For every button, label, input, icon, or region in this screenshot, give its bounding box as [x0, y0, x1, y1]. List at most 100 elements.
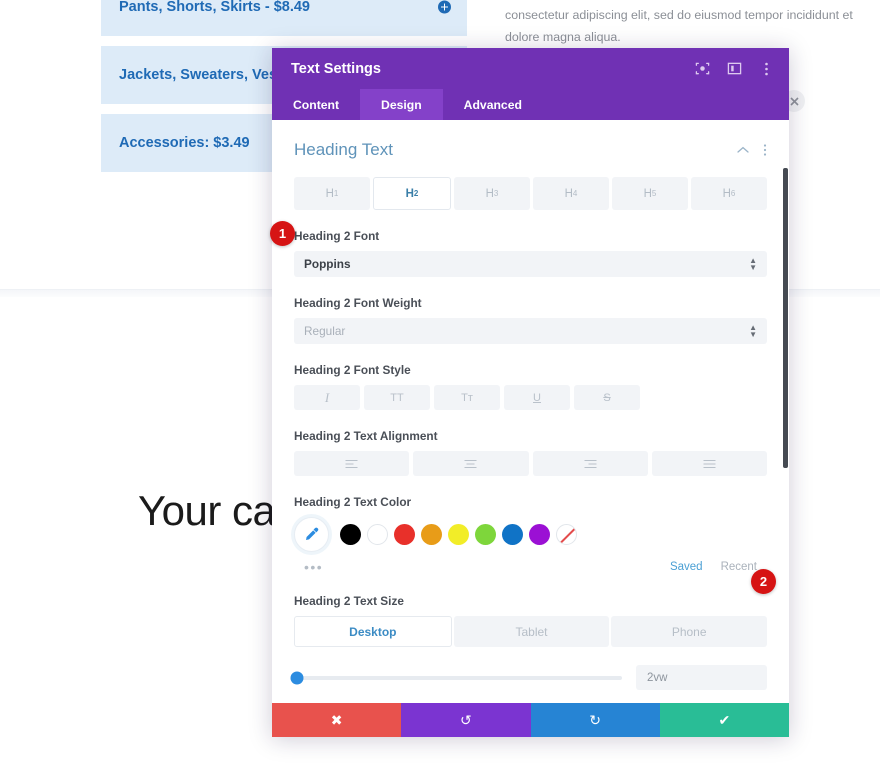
field-label: Heading 2 Text Size: [294, 594, 404, 608]
font-select-value: Poppins: [304, 257, 351, 271]
more-colors-icon[interactable]: •••: [294, 559, 670, 575]
heading-tag-h4[interactable]: H4: [533, 177, 609, 210]
swatch-green[interactable]: [475, 524, 496, 545]
text-settings-modal: Text Settings Content Design Advanced He…: [272, 48, 789, 737]
more-vertical-icon[interactable]: [763, 143, 767, 157]
section-header-heading-text: Heading Text: [294, 120, 767, 160]
annotation-badge-2: 2: [751, 569, 776, 594]
swatch-red[interactable]: [394, 524, 415, 545]
device-tab-desktop[interactable]: Desktop: [294, 616, 452, 647]
field-label: Heading 2 Text Color: [294, 495, 412, 509]
font-style-button-group: I TT Tт U S: [294, 385, 767, 410]
field-heading-font-style: Heading 2 Font Style I TT Tт U S: [294, 363, 767, 410]
hero-heading: Your call: [138, 487, 294, 534]
field-label: Heading 2 Font Style: [294, 363, 411, 377]
font-weight-select-value: Regular: [304, 324, 346, 338]
cancel-button[interactable]: ✖: [272, 703, 402, 737]
strikethrough-icon[interactable]: S: [574, 385, 640, 410]
modal-body: Heading Text H1 H2 H3 H4 H5 H6 Heading 2…: [272, 120, 789, 703]
chevron-updown-icon: ▲ ▼: [749, 323, 757, 339]
tag-number: 6: [730, 189, 736, 198]
heading-tag-h1[interactable]: H1: [294, 177, 370, 210]
annotation-badge-1: 1: [270, 221, 295, 246]
color-swatch-row: [294, 517, 767, 552]
save-button[interactable]: ✔: [659, 703, 789, 737]
uppercase-icon[interactable]: TT: [364, 385, 430, 410]
swatch-purple[interactable]: [529, 524, 550, 545]
list-item-label: Accessories: $3.49: [119, 135, 250, 151]
tag-number: 4: [572, 189, 578, 198]
text-size-slider[interactable]: [290, 671, 622, 684]
swatch-transparent[interactable]: [556, 524, 577, 545]
chevron-up-icon[interactable]: [737, 146, 749, 154]
field-heading-text-color: Heading 2 Text Color ••• Saved Recent: [294, 495, 767, 575]
font-select[interactable]: Poppins ▲ ▼: [294, 251, 767, 277]
heading-tag-selector: H1 H2 H3 H4 H5 H6: [294, 177, 767, 210]
heading-tag-h6[interactable]: H6: [691, 177, 767, 210]
background-paragraph: consectetur adipiscing elit, sed do eius…: [505, 8, 853, 44]
chevron-updown-icon: ▲ ▼: [749, 256, 757, 272]
heading-tag-h2[interactable]: H2: [373, 177, 451, 210]
text-size-input[interactable]: 2vw: [636, 665, 767, 690]
list-item-label: Pants, Shorts, Skirts - $8.49: [119, 0, 310, 15]
modal-title: Text Settings: [291, 60, 381, 77]
swatch-blue[interactable]: [502, 524, 523, 545]
field-heading-text-size: Heading 2 Text Size Desktop Tablet Phone…: [290, 594, 768, 690]
underline-icon[interactable]: U: [504, 385, 570, 410]
device-tab-phone[interactable]: Phone: [611, 616, 768, 647]
redo-button[interactable]: ↻: [530, 703, 660, 737]
tag-letter: H: [564, 187, 573, 200]
field-heading-text-alignment: Heading 2 Text Alignment: [294, 429, 767, 476]
align-right-icon[interactable]: [532, 451, 648, 476]
align-justify-icon[interactable]: [651, 451, 767, 476]
tag-letter: H: [722, 187, 731, 200]
list-item[interactable]: Pants, Shorts, Skirts - $8.49: [101, 0, 467, 36]
tab-design[interactable]: Design: [360, 89, 443, 120]
focus-target-icon[interactable]: [693, 60, 711, 78]
modal-titlebar: Text Settings: [272, 48, 789, 89]
tag-letter: H: [405, 187, 414, 200]
undo-button[interactable]: ↺: [401, 703, 531, 737]
tag-number: 3: [493, 189, 499, 198]
field-label: Heading 2 Font: [294, 229, 380, 243]
modal-scrollbar[interactable]: [782, 120, 789, 703]
field-label: Heading 2 Text Alignment: [294, 429, 438, 443]
tag-letter: H: [325, 187, 334, 200]
tag-number: 5: [651, 189, 657, 198]
text-size-slider-row: 2vw: [290, 665, 767, 690]
font-weight-select[interactable]: Regular ▲ ▼: [294, 318, 767, 344]
smallcaps-icon[interactable]: Tт: [434, 385, 500, 410]
plus-icon[interactable]: [438, 0, 451, 14]
modal-footer: ✖ ↺ ↻ ✔: [272, 703, 789, 737]
tab-content[interactable]: Content: [272, 89, 360, 120]
tag-number: 2: [413, 189, 419, 198]
italic-icon[interactable]: I: [294, 385, 360, 410]
titlebar-icon-group: [693, 60, 775, 78]
eyedropper-icon[interactable]: [294, 517, 329, 552]
swatch-yellow[interactable]: [448, 524, 469, 545]
saved-colors-link[interactable]: Saved: [670, 561, 703, 573]
heading-tag-h3[interactable]: H3: [454, 177, 530, 210]
recent-colors-link[interactable]: Recent: [721, 561, 757, 573]
tag-letter: H: [643, 187, 652, 200]
device-tab-group: Desktop Tablet Phone: [294, 616, 768, 647]
color-meta-row: ••• Saved Recent: [294, 559, 767, 575]
layout-columns-icon[interactable]: [725, 60, 743, 78]
field-heading-font: Heading 2 Font Poppins ▲ ▼: [294, 229, 767, 277]
tag-number: 1: [333, 189, 339, 198]
heading-tag-h5[interactable]: H5: [612, 177, 688, 210]
field-heading-font-weight: Heading 2 Font Weight Regular ▲ ▼: [294, 296, 767, 344]
tag-letter: H: [485, 187, 494, 200]
modal-scrollbar-thumb[interactable]: [783, 168, 788, 468]
tab-advanced[interactable]: Advanced: [443, 89, 543, 120]
field-label: Heading 2 Font Weight: [294, 296, 422, 310]
align-left-icon[interactable]: [294, 451, 410, 476]
device-tab-tablet[interactable]: Tablet: [453, 616, 610, 647]
section-title: Heading Text: [294, 140, 393, 159]
swatch-white[interactable]: [367, 524, 388, 545]
text-size-slider-knob[interactable]: [290, 671, 304, 684]
swatch-orange[interactable]: [421, 524, 442, 545]
align-center-icon[interactable]: [413, 451, 529, 476]
more-vertical-icon[interactable]: [757, 60, 775, 78]
swatch-black[interactable]: [340, 524, 361, 545]
